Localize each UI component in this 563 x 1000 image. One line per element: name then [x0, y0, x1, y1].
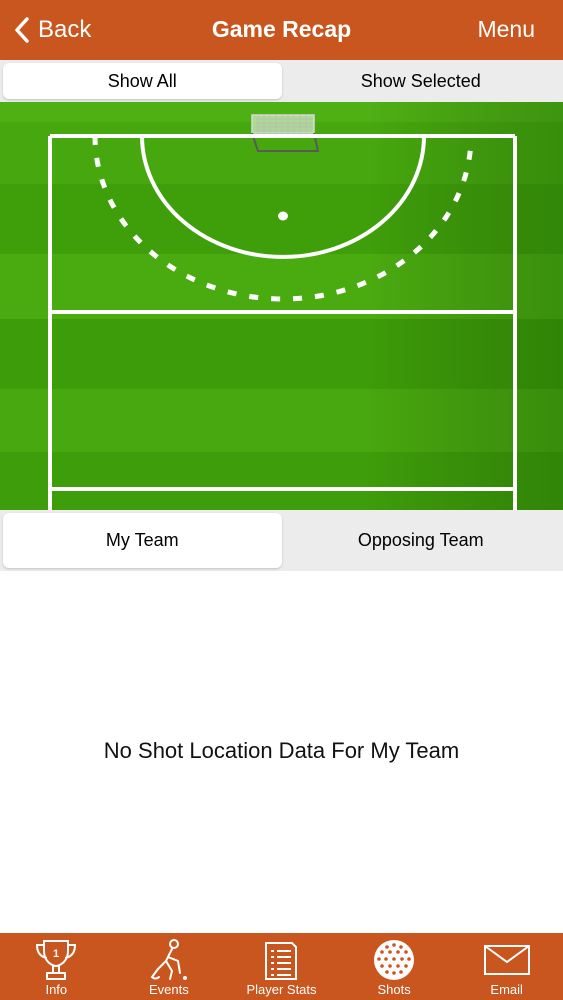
back-button[interactable]: Back	[14, 12, 91, 48]
my-team-segment[interactable]: My Team	[3, 513, 282, 568]
menu-button[interactable]: Menu	[477, 16, 535, 43]
tab-label: Events	[149, 982, 189, 997]
tab-label: Shots	[377, 982, 411, 997]
back-label: Back	[38, 16, 92, 43]
tab-bar: 1 Info Events Player Stats Shots Email	[0, 933, 563, 1000]
empty-state-message: No Shot Location Data For My Team	[103, 738, 460, 763]
penalty-spot	[278, 211, 288, 221]
opposing-team-segment[interactable]: Opposing Team	[282, 513, 561, 568]
chevron-left-icon	[15, 17, 29, 43]
svg-text:1: 1	[53, 948, 59, 960]
show-all-segment[interactable]: Show All	[3, 63, 282, 99]
ball-icon	[374, 940, 415, 980]
view-filter-segmented-control: Show All Show Selected	[0, 60, 563, 102]
trophy-icon: 1	[36, 940, 77, 980]
envelope-icon	[483, 945, 530, 975]
navigation-bar: Back Game Recap Menu	[0, 0, 563, 60]
tab-email[interactable]: Email	[450, 933, 563, 1000]
tab-info[interactable]: 1 Info	[0, 933, 113, 1000]
tab-player-stats[interactable]: Player Stats	[225, 933, 338, 1000]
tab-label: Info	[45, 982, 68, 997]
shot-location-field[interactable]	[0, 102, 563, 510]
team-filter-segmented-control: My Team Opposing Team	[0, 510, 563, 571]
tab-shots[interactable]: Shots	[338, 933, 451, 1000]
show-selected-segment[interactable]: Show Selected	[282, 63, 561, 99]
stats-sheet-icon	[265, 942, 298, 980]
tab-events[interactable]: Events	[113, 933, 226, 1000]
field-shade	[0, 102, 563, 510]
tab-label: Email	[490, 982, 523, 997]
player-icon	[150, 939, 187, 980]
tab-label: Player Stats	[246, 982, 317, 997]
